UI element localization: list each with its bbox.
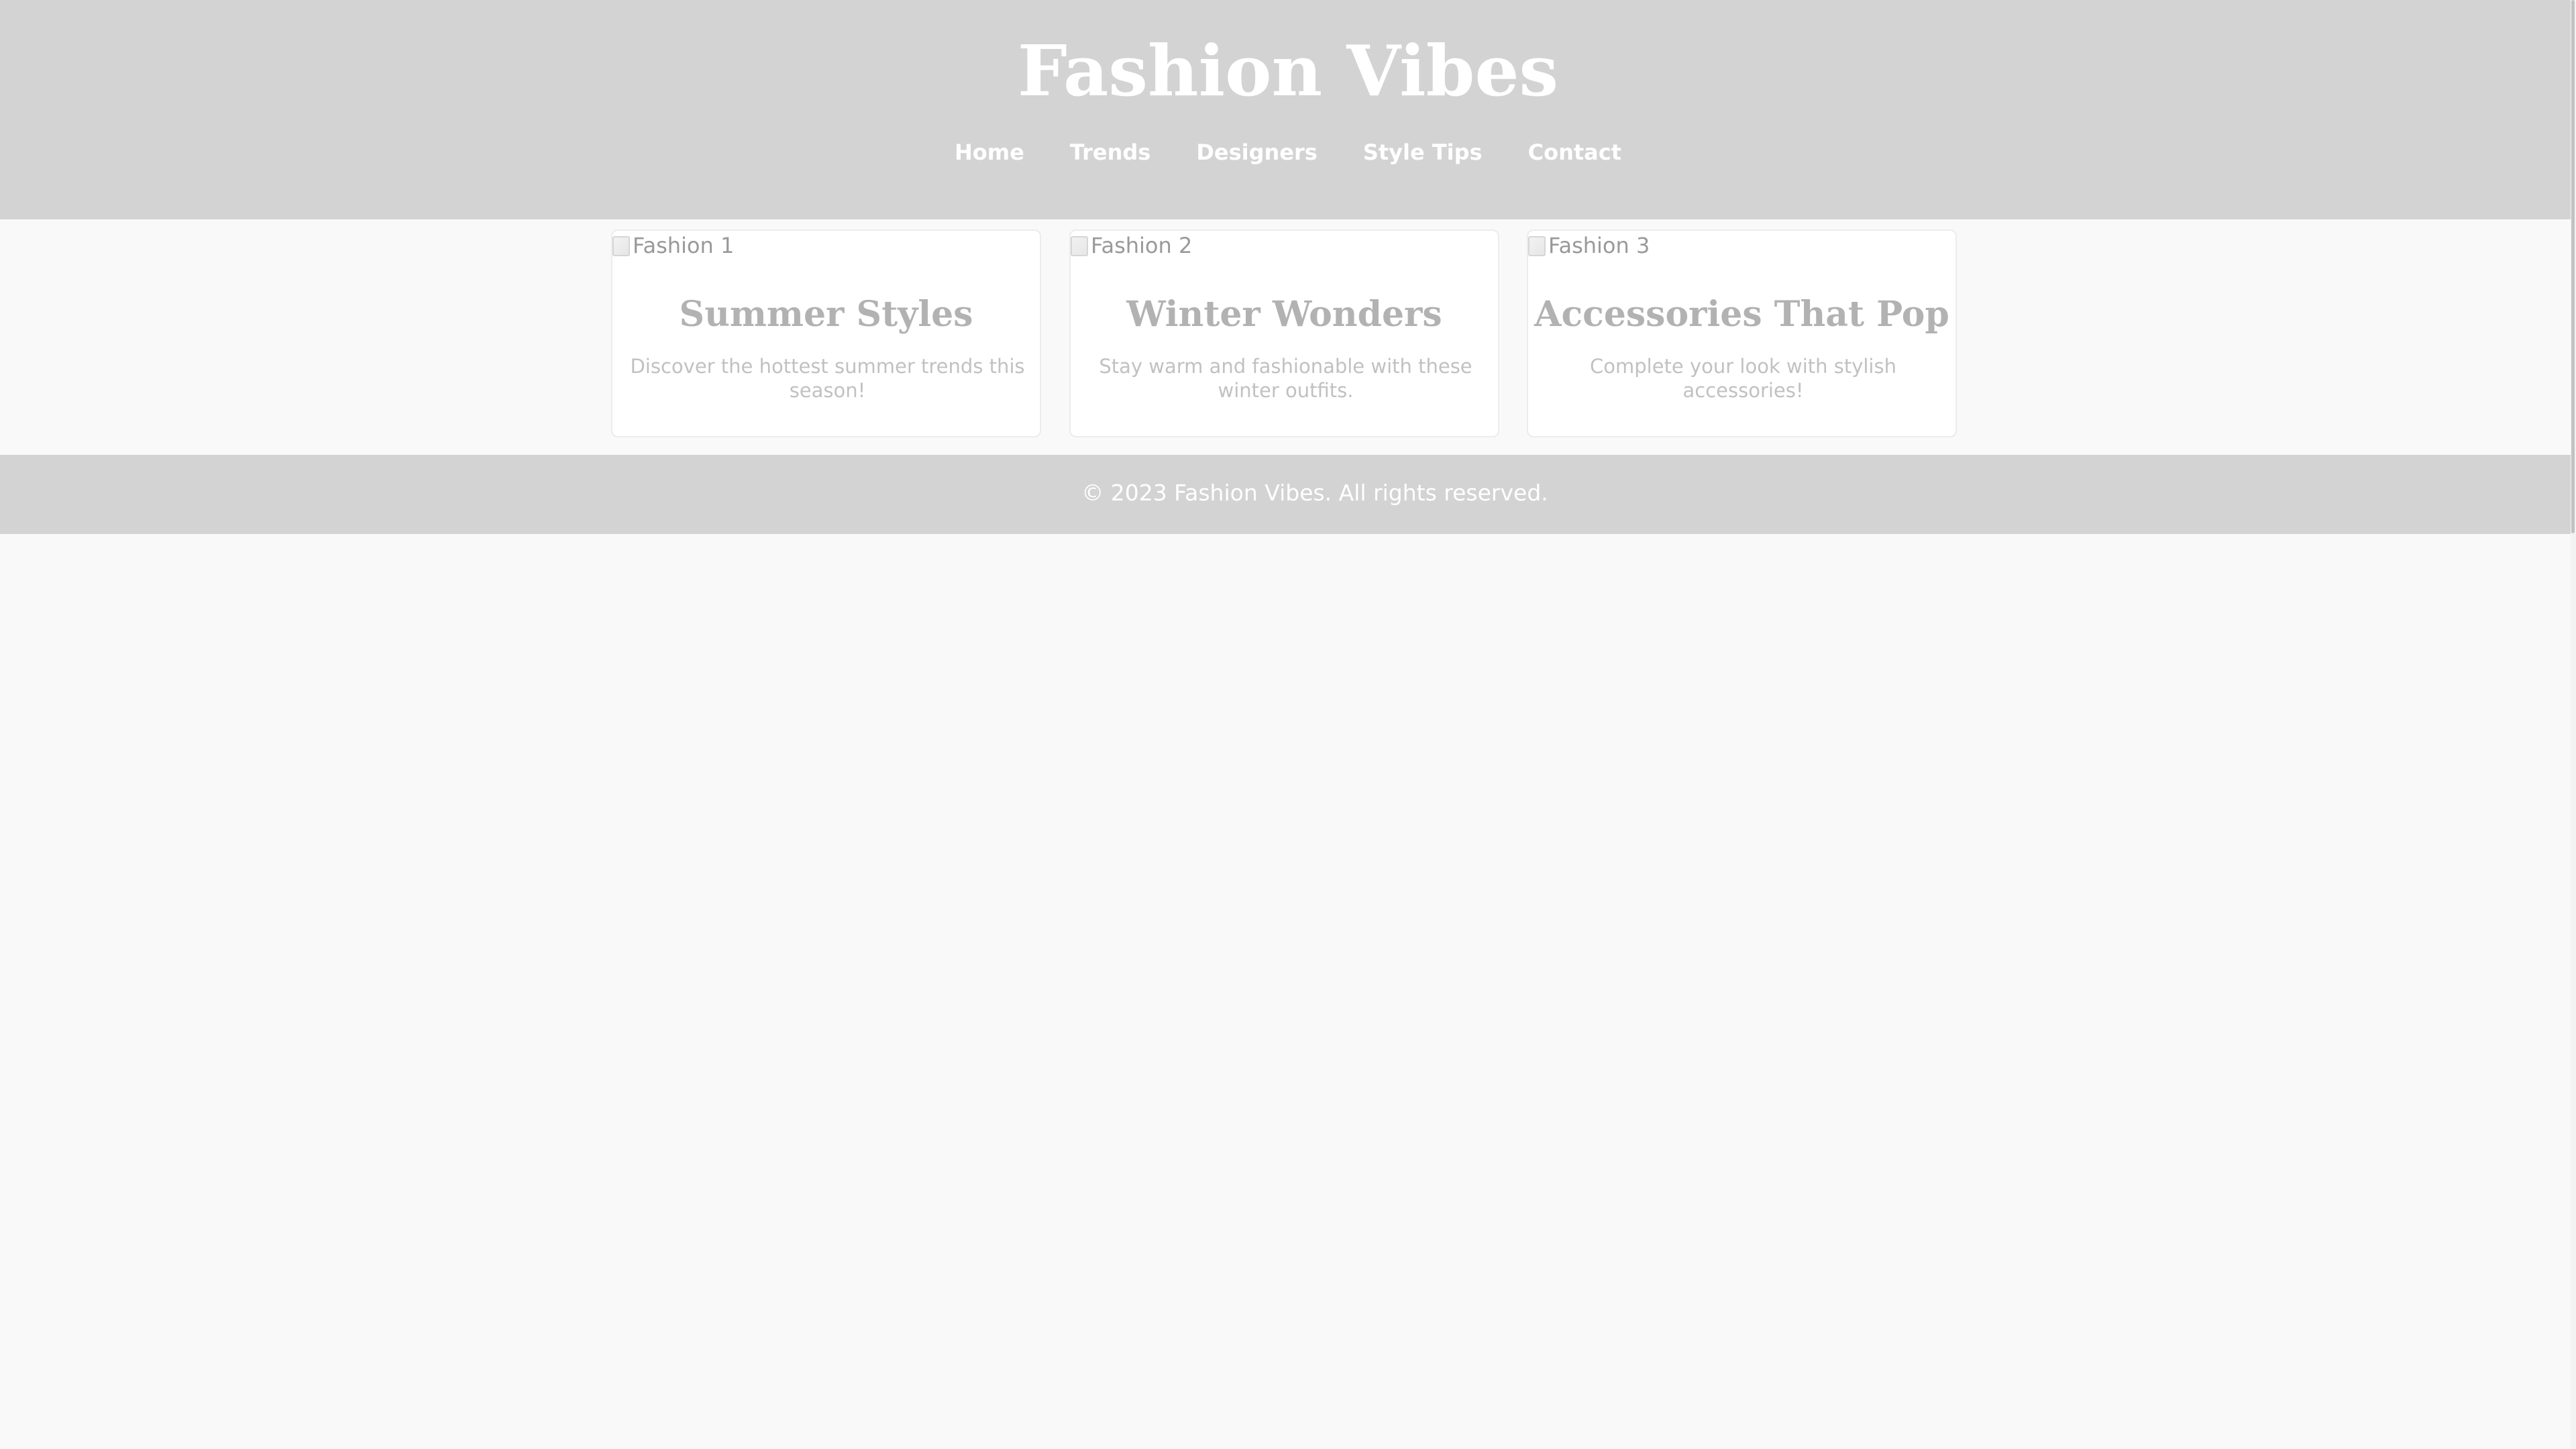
nav-link-home[interactable]: Home (955, 134, 1024, 170)
site-title: Fashion Vibes (1017, 30, 1559, 112)
card-image: Fashion 1 (612, 231, 854, 262)
scrollbar-thumb[interactable] (2571, 0, 2575, 533)
card-text: Stay warm and fashionable with these win… (1099, 355, 1472, 402)
card-image-alt: Fashion 1 (633, 233, 735, 258)
main-nav: Home Trends Designers Style Tips Contact (0, 134, 2576, 170)
site-header: Fashion Vibes Home Trends Designers Styl… (0, 0, 2571, 219)
nav-link-style-tips[interactable]: Style Tips (1363, 134, 1483, 170)
card-image-alt: Fashion 2 (1091, 233, 1193, 258)
site-footer: © 2023 Fashion Vibes. All rights reserve… (0, 455, 2571, 534)
card-winter-wonders: Fashion 2 Winter Wonders Stay warm and f… (1069, 229, 1499, 437)
nav-link-designers[interactable]: Designers (1196, 134, 1318, 170)
broken-image-icon (1528, 236, 1546, 256)
nav-link-contact[interactable]: Contact (1528, 134, 1621, 170)
card-summer-styles: Fashion 1 Summer Styles Discover the hot… (611, 229, 1041, 437)
footer-copyright: © 2023 Fashion Vibes. All rights reserve… (1081, 480, 1548, 506)
card-title: Summer Styles (679, 294, 973, 335)
card-image-alt: Fashion 3 (1548, 233, 1650, 258)
nav-link-trends[interactable]: Trends (1070, 134, 1151, 170)
card-accessories: Fashion 3 Accessories That Pop Complete … (1527, 229, 1957, 437)
broken-image-icon (1071, 236, 1088, 256)
card-title: Winter Wonders (1126, 294, 1442, 335)
broken-image-icon (612, 236, 630, 256)
card-title: Accessories That Pop (1534, 294, 1949, 335)
card-text: Discover the hottest summer trends this … (630, 355, 1025, 402)
card-image: Fashion 2 (1071, 231, 1312, 262)
card-text: Complete your look with stylish accessor… (1590, 355, 1896, 402)
card-image: Fashion 3 (1528, 231, 1770, 262)
